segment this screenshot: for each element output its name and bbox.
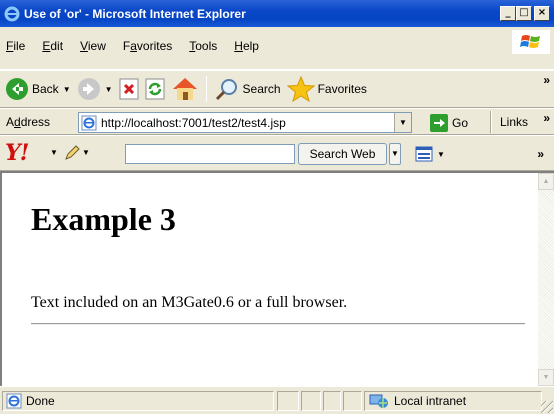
status-cell bbox=[343, 391, 362, 411]
url-text: http://localhost:7001/test2/test4.jsp bbox=[101, 115, 286, 130]
home-button[interactable] bbox=[168, 73, 202, 105]
standard-toolbar: Back ▼ ▼ Search Favorites » bbox=[0, 70, 554, 108]
close-button[interactable]: × bbox=[534, 6, 550, 21]
toolbar-chevron[interactable]: » bbox=[543, 73, 550, 87]
pencil-icon[interactable] bbox=[64, 145, 80, 161]
forward-dropdown-icon[interactable]: ▼ bbox=[105, 85, 113, 94]
menu-item[interactable]: Tools bbox=[189, 39, 217, 53]
status-cell bbox=[323, 391, 341, 411]
maximize-button[interactable]: □ bbox=[516, 6, 532, 21]
yahoo-logo-button[interactable]: Y! bbox=[5, 140, 29, 166]
links-chevron[interactable]: » bbox=[543, 111, 550, 125]
scroll-up-icon[interactable]: ▲ bbox=[538, 173, 554, 190]
menu-item[interactable]: View bbox=[80, 39, 106, 53]
status-bar: Done Local intranet bbox=[0, 386, 554, 414]
search-label: Search bbox=[242, 82, 281, 96]
menu-item[interactable]: Edit bbox=[42, 39, 63, 53]
tools-dropdown-icon[interactable]: ▼ bbox=[437, 150, 445, 159]
title-bar[interactable]: Use of 'or' - Microsoft Internet Explore… bbox=[0, 0, 554, 27]
menu-bar: File Edit View Favorites Tools Help bbox=[0, 27, 554, 70]
menu-item[interactable]: File bbox=[6, 39, 25, 53]
back-dropdown-icon[interactable]: ▼ bbox=[63, 85, 71, 94]
intranet-globe-icon bbox=[369, 394, 388, 408]
toolbar-separator bbox=[205, 76, 207, 102]
pencil-dropdown-icon[interactable]: ▼ bbox=[82, 148, 90, 157]
forward-button[interactable]: ▼ bbox=[74, 73, 116, 105]
links-button[interactable]: Links bbox=[500, 115, 528, 129]
ie-icon bbox=[4, 6, 20, 21]
back-label: Back bbox=[32, 82, 59, 96]
yahoo-search-input[interactable] bbox=[125, 144, 295, 164]
back-arrow-icon bbox=[6, 78, 28, 100]
menu-item[interactable]: Favorites bbox=[123, 39, 172, 53]
status-cell bbox=[277, 391, 299, 411]
status-text: Done bbox=[26, 394, 55, 408]
minimize-button[interactable]: _ bbox=[500, 6, 516, 21]
search-icon bbox=[215, 79, 237, 101]
favorites-button[interactable]: Favorites bbox=[284, 73, 370, 105]
yahoo-toolbar: Y! ▼ ▼ Search Web ▼ ▼ » bbox=[0, 135, 554, 171]
back-button[interactable]: Back ▼ bbox=[2, 73, 74, 105]
home-icon bbox=[172, 78, 197, 100]
status-cell bbox=[301, 391, 321, 411]
page-heading: Example 3 bbox=[31, 201, 176, 237]
star-icon bbox=[286, 76, 315, 102]
forward-arrow-icon bbox=[77, 78, 100, 100]
address-label: Address bbox=[6, 115, 51, 129]
refresh-icon bbox=[145, 78, 165, 100]
favorites-label: Favorites bbox=[317, 82, 367, 96]
stop-icon bbox=[119, 78, 139, 100]
zone-label: Local intranet bbox=[394, 394, 467, 408]
search-web-dropdown-icon[interactable]: ▼ bbox=[389, 143, 401, 165]
window-list-icon bbox=[415, 146, 433, 162]
status-main: Done bbox=[2, 391, 274, 411]
yahoo-dropdown-icon[interactable]: ▼ bbox=[50, 148, 58, 157]
address-dropdown-icon[interactable]: ▼ bbox=[394, 113, 411, 132]
address-bar: Address http://localhost:7001/test2/test… bbox=[0, 108, 554, 135]
links-separator bbox=[490, 111, 492, 133]
yahoo-chevron[interactable]: » bbox=[537, 147, 544, 161]
page-text: Text included on an M3Gate0.6 or a full … bbox=[31, 294, 348, 311]
page-viewport[interactable]: Example 3 Text included on an M3Gate0.6 … bbox=[0, 171, 554, 386]
windows-logo-icon bbox=[512, 30, 550, 54]
refresh-button[interactable] bbox=[142, 73, 168, 105]
go-label: Go bbox=[452, 116, 469, 130]
yahoo-tools-button[interactable]: ▼ bbox=[415, 146, 445, 162]
horizontal-rule bbox=[31, 323, 525, 325]
go-button[interactable]: Go bbox=[430, 114, 468, 132]
go-arrow-icon bbox=[430, 114, 448, 132]
menu-item[interactable]: Help bbox=[234, 39, 259, 53]
search-web-button[interactable]: Search Web bbox=[298, 143, 387, 165]
vertical-scrollbar[interactable]: ▲ ▼ bbox=[538, 173, 554, 386]
page-done-icon bbox=[6, 393, 22, 409]
scroll-down-icon[interactable]: ▼ bbox=[538, 369, 554, 386]
search-button[interactable]: Search bbox=[211, 73, 284, 105]
security-zone[interactable]: Local intranet bbox=[364, 391, 542, 411]
window-title: Use of 'or' - Microsoft Internet Explore… bbox=[24, 6, 246, 21]
address-input[interactable]: http://localhost:7001/test2/test4.jsp ▼ bbox=[78, 112, 412, 133]
stop-button[interactable] bbox=[116, 73, 142, 105]
page-icon bbox=[81, 115, 97, 130]
resize-grip-icon[interactable] bbox=[541, 401, 553, 413]
